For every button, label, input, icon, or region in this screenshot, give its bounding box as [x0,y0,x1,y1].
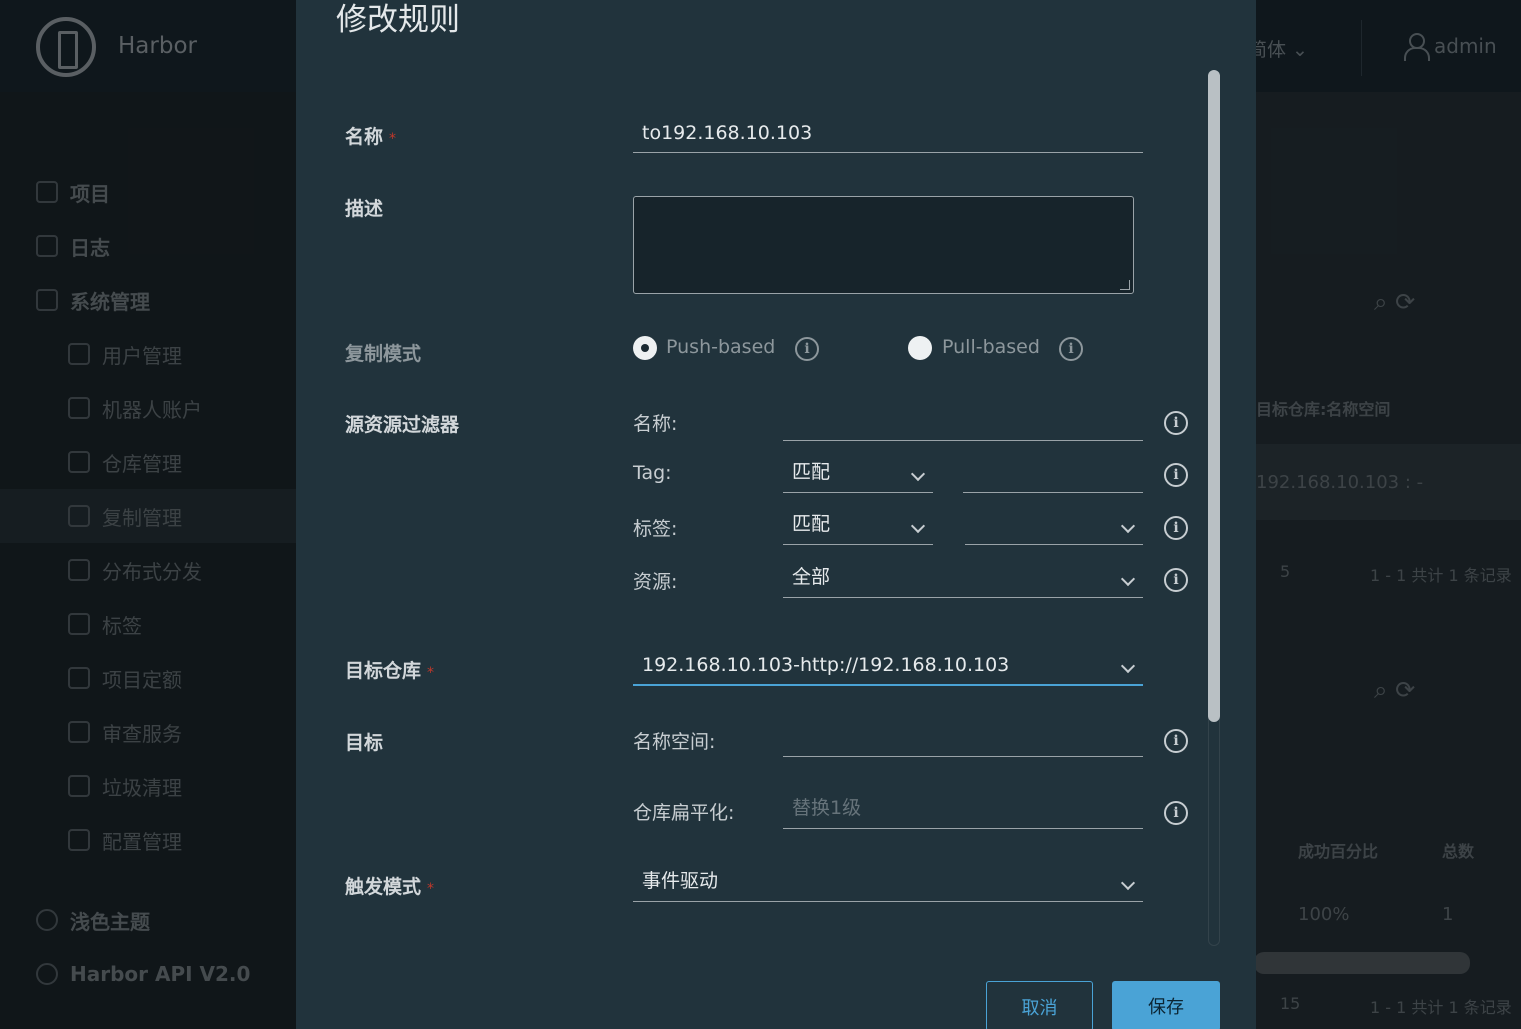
required-marker: * [427,881,435,897]
info-icon[interactable]: i [1164,463,1188,487]
pull-based-radio[interactable] [908,336,932,360]
chevron-down-icon [1120,875,1136,891]
filter-name-label: 名称: [633,413,678,435]
info-icon[interactable]: i [1164,516,1188,540]
push-based-label[interactable]: Push-based [666,336,775,358]
chevron-down-icon [1120,658,1136,674]
chevron-down-icon [1120,518,1136,534]
name-label-text: 名称 [345,126,384,148]
filter-label-match-select[interactable]: 匹配 [783,504,933,545]
description-textarea[interactable] [633,196,1134,294]
description-label: 描述 [345,198,384,220]
cancel-button[interactable]: 取消 [986,981,1093,1029]
save-button[interactable]: 保存 [1112,981,1220,1029]
namespace-label: 名称空间: [633,731,716,753]
filter-tag-match-value: 匹配 [792,461,831,483]
modal-title: 修改规则 [336,2,460,38]
flatten-label: 仓库扁平化: [633,802,735,824]
trigger-mode-label-text: 触发模式 [345,876,422,898]
name-label: 名称 * [345,122,396,149]
target-registry-value: 192.168.10.103-http://192.168.10.103 [642,654,1010,676]
flatten-select[interactable]: 替换1级 [783,788,1143,829]
destination-label: 目标 [345,732,384,754]
chevron-down-icon [1120,571,1136,587]
filter-resource-value: 全部 [792,566,831,588]
chevron-down-icon [910,466,926,482]
source-filter-label: 源资源过滤器 [345,414,460,436]
edit-rule-modal: 修改规则 名称 * to192.168.10.103 描述 复制模式 Push-b… [296,0,1256,1029]
filter-name-input[interactable] [783,400,1143,441]
push-based-radio[interactable] [633,336,657,360]
filter-resource-label: 资源: [633,571,678,593]
filter-tag-input[interactable] [963,452,1143,493]
trigger-mode-label: 触发模式 * [345,872,434,899]
target-registry-label-text: 目标仓库 [345,660,422,682]
trigger-mode-select[interactable]: 事件驱动 [633,861,1143,902]
target-registry-label: 目标仓库 * [345,656,434,683]
namespace-input[interactable] [783,716,1143,757]
target-registry-select[interactable]: 192.168.10.103-http://192.168.10.103 [633,645,1143,686]
resize-handle-icon[interactable] [1120,280,1130,290]
filter-tag-match-select[interactable]: 匹配 [783,452,933,493]
pull-based-label[interactable]: Pull-based [942,336,1040,358]
filter-label-select[interactable] [965,504,1143,545]
info-icon[interactable]: i [1164,801,1188,825]
name-input[interactable]: to192.168.10.103 [633,112,1143,153]
filter-tag-label: Tag: [633,462,672,484]
filter-label-match-value: 匹配 [792,513,831,535]
info-icon[interactable]: i [1059,337,1083,361]
info-icon[interactable]: i [1164,568,1188,592]
info-icon[interactable]: i [1164,729,1188,753]
filter-resource-select[interactable]: 全部 [783,557,1143,598]
name-input-value: to192.168.10.103 [642,122,813,144]
required-marker: * [427,665,435,681]
trigger-mode-value: 事件驱动 [642,870,719,892]
replication-mode-label: 复制模式 [345,343,422,365]
modal-scrollbar-thumb[interactable] [1208,70,1220,722]
chevron-down-icon [910,518,926,534]
info-icon[interactable]: i [1164,411,1188,435]
info-icon[interactable]: i [795,337,819,361]
required-marker: * [389,131,397,147]
filter-label-label: 标签: [633,518,678,540]
flatten-placeholder: 替换1级 [792,797,862,819]
